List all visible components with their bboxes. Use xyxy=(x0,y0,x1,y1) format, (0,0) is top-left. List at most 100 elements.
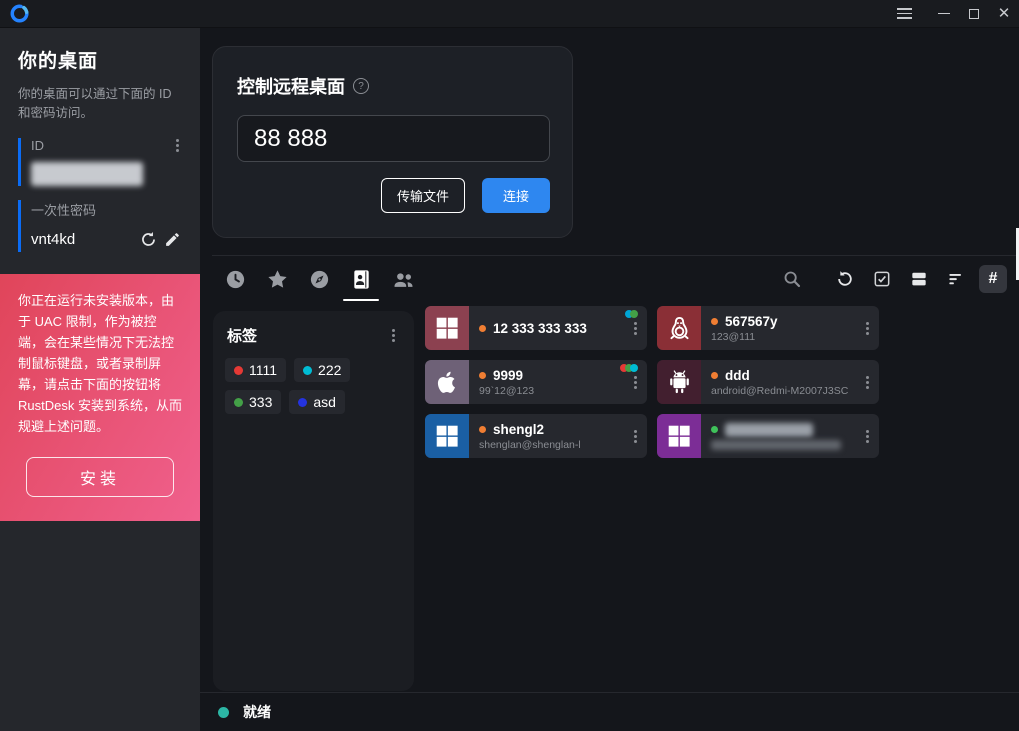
connect-title: 控制远程桌面 xyxy=(237,73,345,99)
view-grid-button[interactable]: # xyxy=(979,265,1007,293)
tag-label: 222 xyxy=(318,362,341,378)
peer-name: ddd xyxy=(725,368,750,383)
peer-card[interactable]: ddd android@Redmi-M2007J3SC xyxy=(657,360,879,404)
sidebar: 你的桌面 你的桌面可以通过下面的 ID 和密码访问。 ID 一次性密码 vnt4… xyxy=(0,28,200,731)
tags-menu-button[interactable] xyxy=(386,328,400,344)
peer-card[interactable] xyxy=(657,414,879,458)
sort-icon xyxy=(946,269,966,289)
close-button[interactable]: ✕ xyxy=(989,0,1019,28)
connect-panel: 控制远程桌面 ? 传输文件 连接 xyxy=(212,46,573,238)
peer-tag-dots xyxy=(623,364,638,372)
peer-info: ddd android@Redmi-M2007J3SC xyxy=(701,360,879,404)
main-area: 控制远程桌面 ? 传输文件 连接 xyxy=(200,28,1019,731)
rustdesk-logo-icon xyxy=(7,2,31,26)
peer-status-dot xyxy=(711,372,718,379)
peer-name: 12 333 333 333 xyxy=(493,321,587,336)
apple-os-icon xyxy=(425,360,469,404)
peer-menu-button[interactable] xyxy=(628,428,642,444)
install-notice-panel: 你正在运行未安装版本，由于 UAC 限制，作为被控端，会在某些情况下无法控制鼠标… xyxy=(0,274,200,521)
tab-discovered[interactable] xyxy=(304,264,334,294)
help-icon[interactable]: ? xyxy=(353,78,369,94)
tag-label: asd xyxy=(313,394,336,410)
rustdesk-window: ✕ 你的桌面 你的桌面可以通过下面的 ID 和密码访问。 ID 一次性密码 xyxy=(0,0,1019,731)
id-label: ID xyxy=(31,138,44,153)
peer-menu-button[interactable] xyxy=(628,374,642,390)
tab-recent-sessions[interactable] xyxy=(220,264,250,294)
sidebar-description: 你的桌面可以通过下面的 ID 和密码访问。 xyxy=(18,85,184,124)
search-icon xyxy=(781,268,803,290)
linux-os-icon xyxy=(657,306,701,350)
tab-group[interactable] xyxy=(388,264,418,294)
peer-card[interactable]: shengl2 shenglan@shenglan-l xyxy=(425,414,647,458)
maximize-button[interactable] xyxy=(959,0,989,28)
minimize-button[interactable] xyxy=(929,0,959,28)
view-cards-button[interactable] xyxy=(905,265,933,293)
transfer-file-button[interactable]: 传输文件 xyxy=(381,178,465,213)
peer-info xyxy=(701,414,879,458)
search-button[interactable] xyxy=(778,265,806,293)
status-dot xyxy=(218,707,229,718)
peer-username: 123@111 xyxy=(711,331,859,343)
select-peers-button[interactable] xyxy=(868,265,896,293)
tag-chip[interactable]: asd xyxy=(289,390,345,414)
peer-username: 99`12@123 xyxy=(479,385,627,397)
refresh-password-icon[interactable] xyxy=(136,228,160,252)
close-icon: ✕ xyxy=(998,6,1011,21)
peer-card[interactable]: 12 333 333 333 xyxy=(425,306,647,350)
peer-menu-button[interactable] xyxy=(860,320,874,336)
password-value: vnt4kd xyxy=(31,231,136,248)
peer-name: 567567y xyxy=(725,314,778,329)
android-os-icon xyxy=(657,360,701,404)
peer-name-censored xyxy=(725,423,813,437)
id-menu-button[interactable] xyxy=(170,138,184,154)
peer-menu-button[interactable] xyxy=(860,428,874,444)
password-label: 一次性密码 xyxy=(31,200,184,219)
peer-menu-button[interactable] xyxy=(628,320,642,336)
tag-color-dot xyxy=(234,398,243,407)
peer-card[interactable]: 567567y 123@111 xyxy=(657,306,879,350)
tag-color-dot xyxy=(303,366,312,375)
status-text: 就绪 xyxy=(243,702,271,722)
id-value-censored xyxy=(31,162,143,186)
peers-grid: 12 333 333 333 567567y 123@111 999999`12@12… xyxy=(425,306,879,458)
address-book-icon xyxy=(350,268,373,291)
remote-id-input[interactable] xyxy=(237,115,550,162)
tag-chip[interactable]: 1111 xyxy=(225,358,286,382)
peer-menu-button[interactable] xyxy=(860,374,874,390)
peer-username: android@Redmi-M2007J3SC xyxy=(711,385,859,397)
install-button[interactable]: 安装 xyxy=(26,457,174,497)
password-section: 一次性密码 vnt4kd xyxy=(18,200,184,252)
tag-chip[interactable]: 222 xyxy=(294,358,350,382)
tag-label: 333 xyxy=(249,394,272,410)
maximize-icon xyxy=(969,9,979,19)
refresh-button[interactable] xyxy=(831,265,859,293)
peer-info: 12 333 333 333 xyxy=(469,306,647,350)
tab-address-book[interactable] xyxy=(346,264,376,294)
menu-button[interactable] xyxy=(889,0,919,28)
cards-view-icon xyxy=(909,269,929,289)
tag-color-dot xyxy=(298,398,307,407)
peer-status-dot xyxy=(479,426,486,433)
edit-password-icon[interactable] xyxy=(160,228,184,252)
group-icon xyxy=(391,267,416,292)
star-icon xyxy=(266,268,289,291)
windows-os-icon xyxy=(425,414,469,458)
windows-os-icon xyxy=(425,306,469,350)
peer-toolbar: # xyxy=(212,255,1019,296)
tag-color-dot xyxy=(234,366,243,375)
sort-button[interactable] xyxy=(942,265,970,293)
peer-name: shengl2 xyxy=(493,422,544,437)
peer-card[interactable]: 999999`12@123 xyxy=(425,360,647,404)
peer-status-dot xyxy=(479,372,486,379)
tag-chip[interactable]: 333 xyxy=(225,390,281,414)
sidebar-title: 你的桌面 xyxy=(18,46,184,73)
connect-button[interactable]: 连接 xyxy=(482,178,550,213)
minimize-icon xyxy=(938,13,950,15)
tags-list: 1111 222 333 asd xyxy=(225,358,402,414)
peer-username-censored xyxy=(711,440,841,450)
peer-info: shengl2 shenglan@shenglan-l xyxy=(469,414,647,458)
titlebar: ✕ xyxy=(0,0,1019,28)
peer-tag-dots xyxy=(628,310,638,318)
tab-favorites[interactable] xyxy=(262,264,292,294)
peer-username: shenglan@shenglan-l xyxy=(479,439,627,451)
